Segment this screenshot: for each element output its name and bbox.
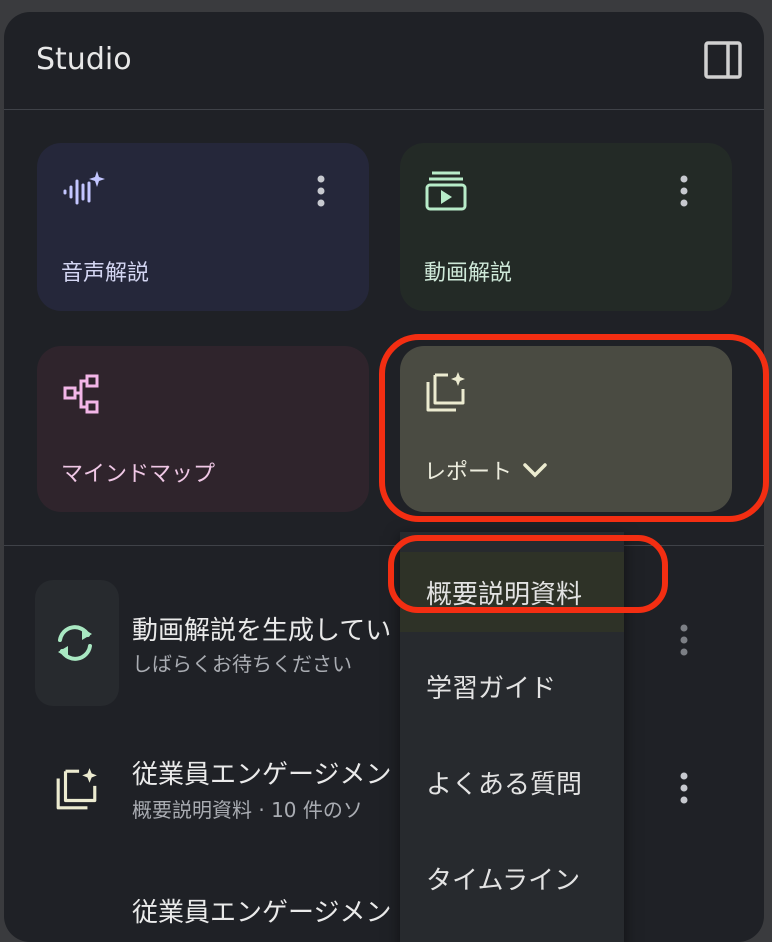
- item-subtitle: 概要説明資料 · 10 件のソ: [132, 798, 363, 822]
- chevron-down-icon[interactable]: [522, 461, 548, 479]
- item-title: 動画解説を生成してい: [132, 616, 392, 646]
- section-divider: [4, 545, 764, 546]
- report-label-row: レポート: [424, 454, 548, 486]
- side-panel-icon[interactable]: [704, 41, 742, 79]
- audio-spark-icon: [63, 171, 105, 205]
- menu-item-timeline[interactable]: タイムライン: [400, 838, 624, 918]
- report-spark-icon: [426, 372, 465, 412]
- video-overview-label: 動画解説: [424, 261, 513, 286]
- menu-item-faq[interactable]: よくある質問: [400, 742, 624, 822]
- video-slides-icon: [425, 171, 467, 211]
- menu-item-study-guide[interactable]: 学習ガイド: [400, 646, 624, 726]
- item-subtitle: しばらくお待ちください: [132, 652, 352, 676]
- report-type-menu: 概要説明資料 学習ガイド よくある質問 タイムライン: [400, 532, 624, 942]
- studio-header: Studio: [4, 12, 764, 110]
- item-title: 従業員エンゲージメン: [132, 760, 392, 790]
- report-card[interactable]: レポート: [400, 346, 732, 512]
- audio-overview-label: 音声解説: [61, 261, 150, 286]
- report-spark-icon: [56, 768, 97, 810]
- list-item[interactable]: 従業員エンゲージメン: [4, 878, 764, 938]
- video-overview-card[interactable]: 動画解説: [400, 143, 732, 311]
- list-item[interactable]: 動画解説を生成してい しばらくお待ちください: [4, 578, 764, 708]
- mindmap-label: マインドマップ: [61, 462, 216, 487]
- more-vert-icon[interactable]: [672, 171, 696, 211]
- sync-icon: [58, 625, 92, 661]
- more-vert-icon[interactable]: [672, 768, 696, 808]
- report-label: レポート: [424, 460, 513, 485]
- page-title: Studio: [36, 42, 132, 77]
- list-item[interactable]: 従業員エンゲージメン 概要説明資料 · 10 件のソ: [4, 736, 764, 856]
- mindmap-card[interactable]: マインドマップ: [37, 346, 369, 512]
- more-vert-icon[interactable]: [309, 171, 333, 211]
- menu-item-briefing[interactable]: 概要説明資料: [400, 552, 624, 632]
- item-title: 従業員エンゲージメン: [132, 898, 392, 928]
- studio-panel: Studio 音声解説 動画解説 マインドマップ レポート 動画解説を生成してい…: [4, 12, 764, 942]
- more-vert-icon[interactable]: [672, 620, 696, 660]
- mindmap-icon: [63, 374, 99, 414]
- audio-overview-card[interactable]: 音声解説: [37, 143, 369, 311]
